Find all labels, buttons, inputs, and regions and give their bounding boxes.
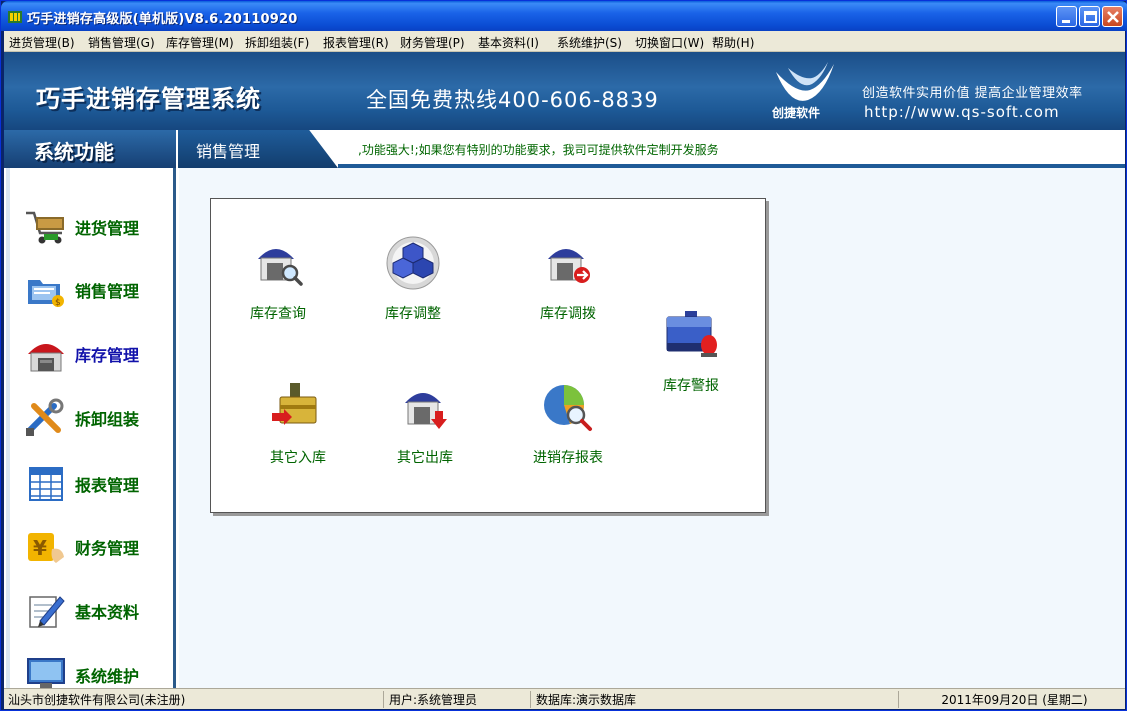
func-stock-query[interactable]: 库存查询 xyxy=(223,235,333,335)
menu-finance[interactable]: 财务管理(P) xyxy=(400,34,465,51)
menu-bar: 进货管理(B) 销售管理(G) 库存管理(M) 拆卸组装(F) 报表管理(R) … xyxy=(4,31,1125,52)
func-inventory-report[interactable]: 进销存报表 xyxy=(513,379,623,479)
sidebar-item-label: 报表管理 xyxy=(75,476,140,495)
status-company: 汕头市创捷软件有限公司(未注册) xyxy=(4,691,384,708)
section-strip: 系统功能 销售管理 ,功能强大!;如果您有特别的功能要求，我司可提供软件定制开发… xyxy=(4,130,1125,168)
menu-sales[interactable]: 销售管理(G) xyxy=(88,34,155,51)
status-bar: 汕头市创捷软件有限公司(未注册) 用户:系统管理员 数据库:演示数据库 2011… xyxy=(4,688,1125,709)
brand-name: 创捷软件 xyxy=(772,106,821,120)
func-label: 进销存报表 xyxy=(533,450,603,466)
sidebar-item-system[interactable]: 系统维护 xyxy=(18,649,168,688)
header-banner: 巧手进销存管理系统 全国免费热线400-606-8839 创捷软件 创造软件实用… xyxy=(4,52,1125,130)
briefcase-in-icon xyxy=(272,383,317,425)
sidebar-item-label: 销售管理 xyxy=(75,282,140,301)
maximize-icon xyxy=(1084,11,1097,23)
yuan-coin-icon: ¥ xyxy=(28,533,64,563)
warehouse-out-icon xyxy=(405,393,447,429)
main-area: 库存查询 库存调整 库存调拨 库存警报 其它入库 其它出库 进销存报表 xyxy=(179,168,1125,688)
app-icon xyxy=(8,11,22,23)
maximize-button[interactable] xyxy=(1079,6,1100,27)
monitor-icon xyxy=(27,658,65,688)
sidebar-item-purchase[interactable]: 进货管理 xyxy=(18,201,168,251)
menu-help[interactable]: 帮助(H) xyxy=(712,34,754,51)
sidebar-item-label: 库存管理 xyxy=(75,346,140,365)
warehouse-transfer-icon xyxy=(548,249,590,283)
menu-system[interactable]: 系统维护(S) xyxy=(557,34,622,51)
sidebar-title: 系统功能 xyxy=(34,140,114,164)
alarm-case-icon xyxy=(666,311,717,357)
minimize-button[interactable] xyxy=(1056,6,1077,27)
sidebar-item-sales[interactable]: $ 销售管理 xyxy=(18,264,168,314)
function-panel: 库存查询 库存调整 库存调拨 库存警报 其它入库 其它出库 进销存报表 xyxy=(210,198,766,513)
menu-assembly[interactable]: 拆卸组装(F) xyxy=(245,34,309,51)
func-label: 库存调拨 xyxy=(540,306,596,322)
current-module-title: 销售管理 xyxy=(196,142,261,161)
menu-basic-data[interactable]: 基本资料(I) xyxy=(478,34,539,51)
shopping-cart-icon xyxy=(26,211,64,244)
warehouse-search-icon xyxy=(258,249,303,286)
status-database: 数据库:演示数据库 xyxy=(532,691,899,708)
pencil-notepad-icon xyxy=(29,596,65,628)
minimize-icon xyxy=(1062,20,1070,23)
svg-text:¥: ¥ xyxy=(33,536,47,560)
func-label: 库存查询 xyxy=(250,306,306,322)
sidebar-item-label: 拆卸组装 xyxy=(75,410,140,429)
slogan-text: 创造软件实用价值 提高企业管理效率 xyxy=(862,86,1083,101)
title-bar[interactable]: 巧手进销存高级版(单机版)V8.6.20110920 xyxy=(1,1,1127,31)
sidebar-item-basic-data[interactable]: 基本资料 xyxy=(18,585,168,635)
sidebar-item-label: 系统维护 xyxy=(75,667,140,686)
func-stock-adjust[interactable]: 库存调整 xyxy=(358,235,468,335)
tools-icon xyxy=(26,398,64,436)
close-icon xyxy=(1107,11,1119,23)
menu-reports[interactable]: 报表管理(R) xyxy=(323,34,389,51)
sidebar: 进货管理 $ 销售管理 库存管理 拆卸组装 报表管理 ¥ 财务管理 基本资料 系… xyxy=(4,168,176,688)
svg-text:$: $ xyxy=(55,298,61,308)
website-url: http://www.qs-soft.com xyxy=(864,103,1060,121)
hotline-text: 全国免费热线400-606-8839 xyxy=(366,88,659,112)
pie-chart-search-icon xyxy=(544,385,592,431)
marquee-text: ,功能强大!;如果您有特别的功能要求，我司可提供软件定制开发服务 xyxy=(358,143,719,157)
func-label: 库存调整 xyxy=(385,306,441,322)
menu-window[interactable]: 切换窗口(W) xyxy=(635,34,704,51)
status-user: 用户:系统管理员 xyxy=(385,691,531,708)
content-frame: 进货管理 $ 销售管理 库存管理 拆卸组装 报表管理 ¥ 财务管理 基本资料 系… xyxy=(4,168,1125,688)
cubes-icon xyxy=(386,236,440,290)
table-icon xyxy=(29,467,63,501)
app-window: 巧手进销存高级版(单机版)V8.6.20110920 进货管理(B) 销售管理(… xyxy=(0,0,1127,711)
sidebar-item-reports[interactable]: 报表管理 xyxy=(18,458,168,508)
sidebar-item-label: 基本资料 xyxy=(75,603,140,622)
sidebar-item-label: 财务管理 xyxy=(75,539,140,558)
sidebar-item-assembly[interactable]: 拆卸组装 xyxy=(18,392,168,442)
status-date: 2011年09月20日 (星期二) xyxy=(941,693,1088,707)
func-label: 其它出库 xyxy=(397,450,453,466)
sidebar-title-box: 系统功能 xyxy=(4,130,176,168)
func-label: 其它入库 xyxy=(270,450,326,466)
func-other-inbound[interactable]: 其它入库 xyxy=(243,379,353,479)
func-stock-alarm[interactable]: 库存警报 xyxy=(636,307,746,407)
window-title: 巧手进销存高级版(单机版)V8.6.20110920 xyxy=(27,12,298,27)
sidebar-item-label: 进货管理 xyxy=(75,219,140,238)
func-other-outbound[interactable]: 其它出库 xyxy=(370,379,480,479)
menu-inventory[interactable]: 库存管理(M) xyxy=(166,34,234,51)
app-name: 巧手进销存管理系统 xyxy=(36,85,261,113)
close-button[interactable] xyxy=(1102,6,1123,27)
warehouse-icon xyxy=(28,344,64,372)
menu-purchase[interactable]: 进货管理(B) xyxy=(9,34,75,51)
sidebar-item-finance[interactable]: ¥ 财务管理 xyxy=(18,521,168,571)
func-label: 库存警报 xyxy=(663,378,719,394)
sidebar-item-inventory[interactable]: 库存管理 xyxy=(18,328,168,378)
sales-folder-icon: $ xyxy=(28,280,64,308)
func-stock-transfer[interactable]: 库存调拨 xyxy=(513,235,623,335)
